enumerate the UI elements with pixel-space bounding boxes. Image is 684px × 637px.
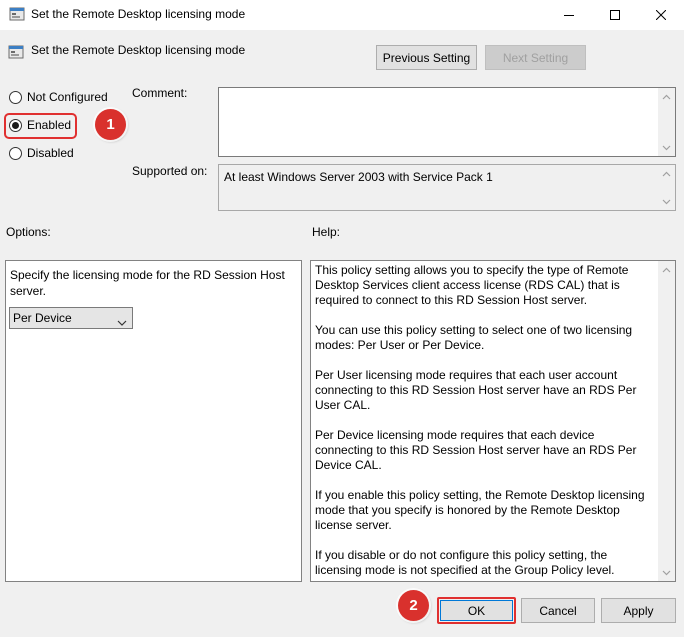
help-paragraph: You can use this policy setting to selec… [315, 323, 633, 352]
radio-label: Enabled [27, 118, 72, 132]
scroll-up-icon[interactable] [658, 88, 675, 105]
help-paragraph: Per User licensing mode requires that ea… [315, 368, 637, 412]
policy-title: Set the Remote Desktop licensing mode [31, 43, 246, 57]
radio-enabled[interactable]: Enabled [9, 118, 71, 132]
licensing-mode-value: Per Device [13, 311, 72, 325]
minimize-button[interactable] [546, 0, 592, 30]
options-panel: Specify the licensing mode for the RD Se… [5, 260, 302, 582]
chevron-down-icon [117, 315, 127, 329]
licensing-mode-select[interactable]: Per Device [9, 307, 133, 329]
supported-on-value: At least Windows Server 2003 with Servic… [224, 170, 493, 184]
radio-circle[interactable] [9, 118, 22, 132]
maximize-button[interactable] [592, 0, 638, 30]
ok-button[interactable]: OK [440, 600, 513, 621]
radio-not-configured[interactable]: Not Configured [9, 90, 108, 104]
minimize-icon [564, 10, 574, 20]
radio-circle[interactable] [9, 90, 22, 104]
radio-label: Disabled [27, 146, 74, 160]
next-setting-button[interactable]: Next Setting [485, 45, 586, 70]
comment-label: Comment: [132, 86, 188, 100]
apply-button[interactable]: Apply [601, 598, 676, 623]
cancel-button[interactable]: Cancel [521, 598, 595, 623]
help-text: This policy setting allows you to specif… [315, 263, 655, 593]
radio-circle[interactable] [9, 146, 22, 160]
maximize-icon [610, 10, 620, 20]
comment-field[interactable] [218, 87, 676, 157]
supported-on-field[interactable]: At least Windows Server 2003 with Servic… [218, 164, 676, 211]
help-paragraph: If you enable this policy setting, the R… [315, 488, 645, 532]
title-bar: Set the Remote Desktop licensing mode [0, 0, 684, 30]
radio-disabled[interactable]: Disabled [9, 146, 74, 160]
scroll-down-icon[interactable] [658, 564, 675, 581]
radio-label: Not Configured [27, 90, 108, 104]
step-badge-2: 2 [398, 590, 429, 621]
policy-setting-icon [8, 44, 24, 60]
comment-scrollbar[interactable] [658, 88, 675, 156]
scroll-up-icon[interactable] [658, 165, 675, 182]
options-label: Options: [6, 225, 51, 239]
help-scrollbar[interactable] [658, 261, 675, 581]
options-description: Specify the licensing mode for the RD Se… [10, 268, 285, 298]
scroll-up-icon[interactable] [658, 261, 675, 278]
help-label: Help: [312, 225, 341, 239]
help-panel: This policy setting allows you to specif… [310, 260, 676, 582]
supported-on-label: Supported on: [132, 164, 208, 178]
help-paragraph: Per Device licensing mode requires that … [315, 428, 637, 472]
window-title: Set the Remote Desktop licensing mode [31, 7, 246, 21]
previous-setting-button[interactable]: Previous Setting [376, 45, 477, 70]
help-paragraph: If you disable or do not configure this … [315, 548, 615, 577]
close-button[interactable] [638, 0, 684, 30]
scroll-down-icon[interactable] [658, 139, 675, 156]
scroll-down-icon[interactable] [658, 193, 675, 210]
step-badge-1: 1 [95, 109, 126, 140]
policy-window-icon [9, 6, 25, 22]
close-icon [656, 10, 666, 20]
supported-scrollbar[interactable] [658, 165, 675, 210]
help-paragraph: This policy setting allows you to specif… [315, 263, 629, 307]
